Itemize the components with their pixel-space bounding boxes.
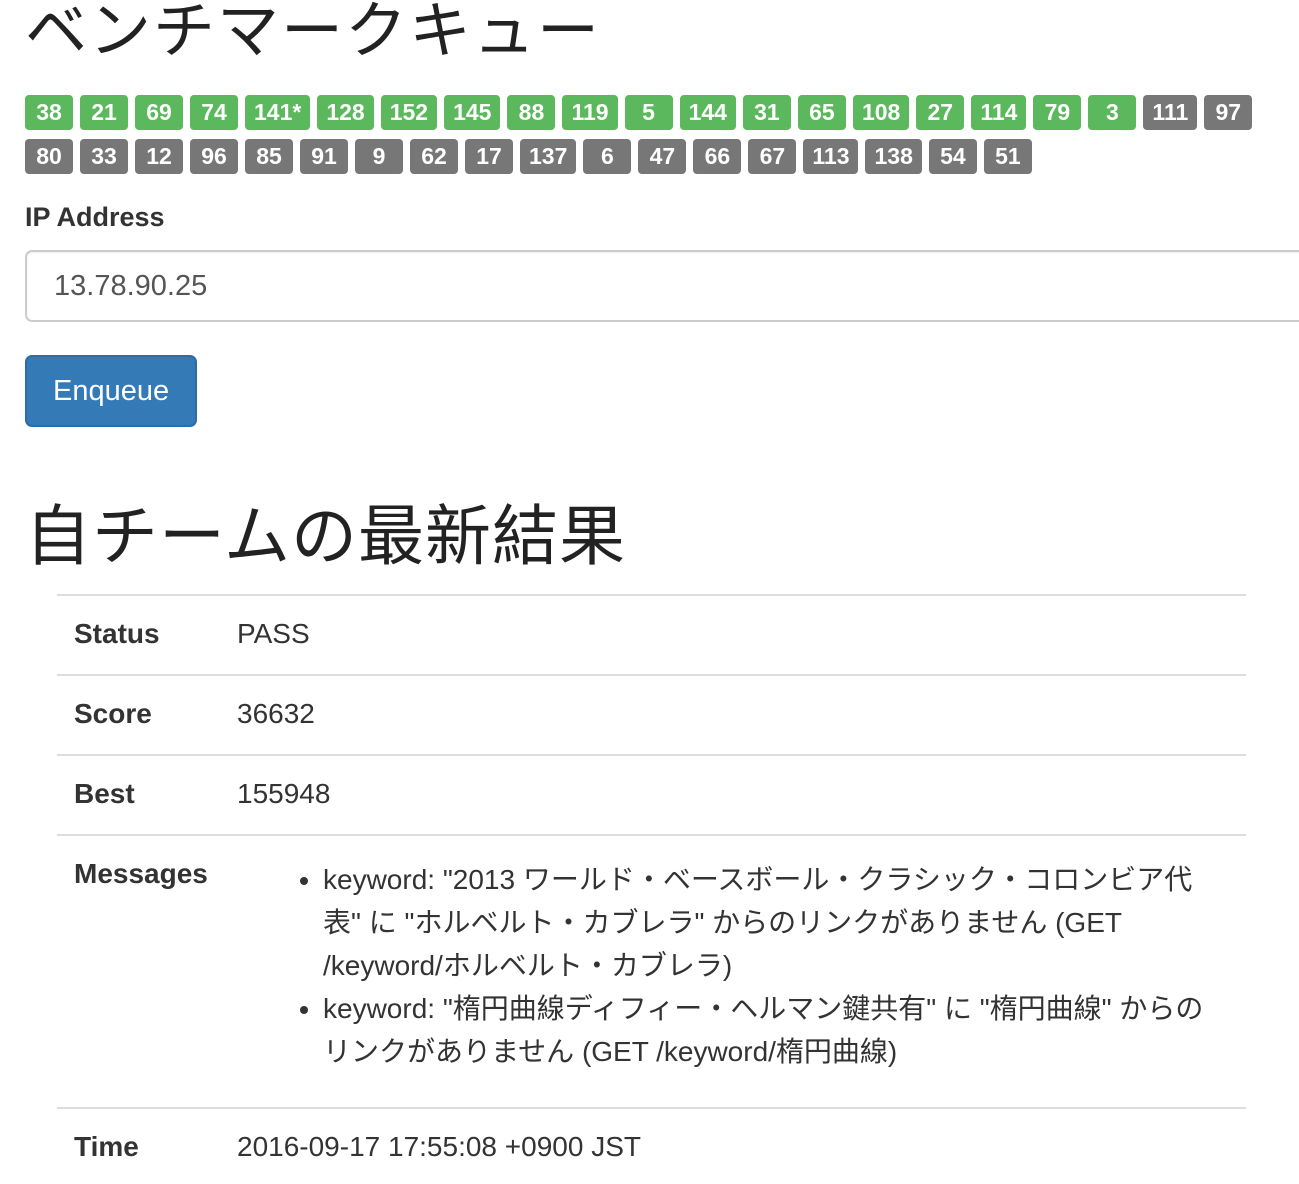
queue-badge-waiting: 91 — [300, 139, 348, 174]
queue-badge-waiting: 54 — [928, 139, 977, 174]
queue-badge-waiting: 33 — [80, 139, 128, 174]
status-label: Status — [74, 618, 160, 649]
queue-badge-waiting: 17 — [465, 139, 513, 174]
message-item: keyword: "2013 ワールド・ベースボール・クラシック・コロンビア代表… — [323, 858, 1246, 987]
queue-badge-waiting: 67 — [748, 139, 797, 174]
message-item: keyword: "楕円曲線ディフィー・ヘルマン鍵共有" に "楕円曲線" から… — [323, 987, 1246, 1073]
queue-badge-waiting: 6 — [583, 139, 632, 174]
queue-badge-done: 114 — [971, 95, 1027, 130]
ip-address-input[interactable] — [25, 250, 1299, 322]
best-label: Best — [74, 778, 135, 809]
queue-badge-waiting: 137 — [520, 139, 577, 174]
enqueue-button[interactable]: Enqueue — [25, 355, 198, 427]
queue-badge-waiting: 138 — [865, 139, 922, 174]
queue-badge-done: 3 — [1088, 95, 1137, 130]
queue-badges: 38 21 69 74 141* 128 152 145 88 119 5 14… — [25, 95, 1299, 174]
table-row-messages: Messages keyword: "2013 ワールド・ベースボール・クラシッ… — [57, 835, 1246, 1108]
queue-badge-waiting: 62 — [410, 139, 458, 174]
messages-list: keyword: "2013 ワールド・ベースボール・クラシック・コロンビア代表… — [237, 858, 1246, 1073]
queue-badge-waiting: 96 — [190, 139, 238, 174]
queue-badge-waiting: 85 — [245, 139, 293, 174]
time-label: Time — [74, 1131, 139, 1162]
queue-badge-waiting: 66 — [693, 139, 742, 174]
queue-badge-waiting: 111 — [1143, 95, 1198, 130]
queue-badge-done: 128 — [317, 95, 374, 130]
queue-badge-done: 79 — [1033, 95, 1082, 130]
queue-badge-done: 119 — [562, 95, 618, 130]
messages-label: Messages — [74, 858, 208, 889]
table-row-status: Status PASS — [57, 595, 1246, 675]
table-row-best: Best 155948 — [57, 755, 1246, 835]
queue-badge-done: 65 — [797, 95, 846, 130]
queue-badge-done: 74 — [190, 95, 238, 130]
queue-badge-waiting: 9 — [355, 139, 403, 174]
queue-badge-done: 108 — [852, 95, 910, 130]
messages-cell: keyword: "2013 ワールド・ベースボール・クラシック・コロンビア代表… — [237, 835, 1246, 1108]
queue-badge-done: 5 — [624, 95, 673, 130]
results-title: 自チームの最新結果 — [25, 498, 627, 575]
table-row-score: Score 36632 — [57, 675, 1246, 755]
score-label: Score — [74, 698, 152, 729]
ip-address-label: IP Address — [25, 202, 165, 232]
queue-badge-done: 141* — [245, 95, 311, 130]
queue-badge-done: 145 — [444, 95, 501, 130]
queue-badge-done: 31 — [742, 95, 791, 130]
queue-badge-done: 21 — [80, 95, 128, 130]
queue-title: ベンチマークキュー — [25, 0, 602, 67]
queue-badge-done: 27 — [916, 95, 965, 130]
queue-badge-waiting: 47 — [638, 139, 687, 174]
queue-badge-waiting: 51 — [983, 139, 1032, 174]
queue-badge-waiting: 113 — [803, 139, 859, 174]
queue-badge-done: 144 — [679, 95, 736, 130]
queue-badge-waiting: 12 — [135, 139, 183, 174]
queue-badge-done: 152 — [380, 95, 438, 130]
status-value: PASS — [237, 618, 310, 649]
queue-badge-done: 38 — [25, 95, 73, 130]
time-value: 2016-09-17 17:55:08 +0900 JST — [237, 1131, 641, 1162]
page: ベンチマークキュー 38 21 69 74 141* 128 152 145 8… — [0, 0, 1299, 1184]
queue-badge-waiting: 80 — [25, 139, 73, 174]
score-value: 36632 — [237, 698, 315, 729]
results-table: Status PASS Score 36632 Best 155948 Mess… — [57, 594, 1246, 1184]
best-value: 155948 — [237, 778, 331, 809]
queue-badge-done: 69 — [135, 95, 183, 130]
table-row-time: Time 2016-09-17 17:55:08 +0900 JST — [57, 1108, 1246, 1184]
queue-badge-done: 88 — [507, 95, 556, 130]
queue-badge-waiting: 97 — [1204, 95, 1253, 130]
